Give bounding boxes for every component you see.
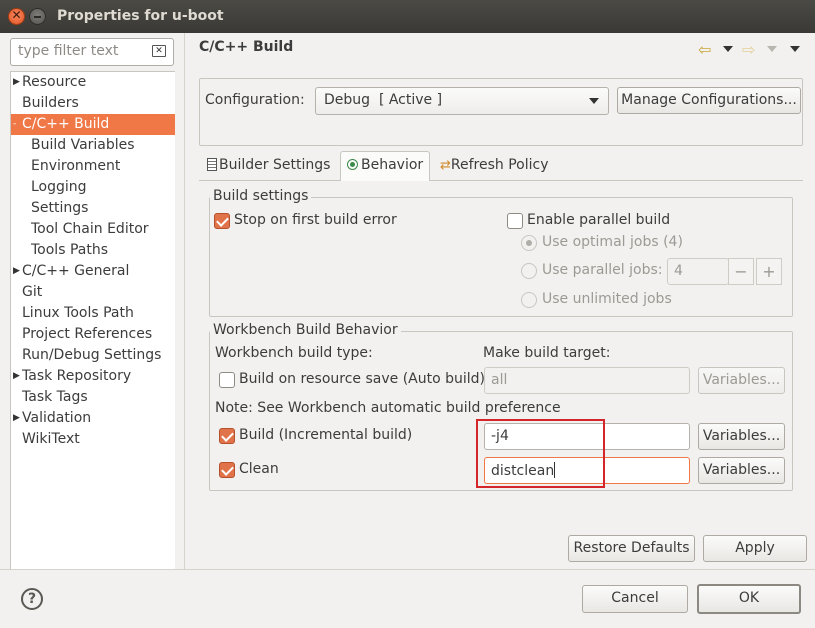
footer-divider: [0, 569, 815, 570]
filter-placeholder: type filter text: [18, 43, 119, 59]
stop-on-error-checkbox[interactable]: [214, 213, 230, 229]
tab-builder-settings[interactable]: Builder Settings: [201, 152, 336, 180]
highlight-box: [476, 419, 605, 488]
tree-item-run-debug-settings[interactable]: Run/Debug Settings: [11, 345, 175, 366]
build-settings-title: Build settings: [210, 188, 312, 204]
configuration-value: Debug [ Active ]: [324, 92, 443, 108]
tab-refresh-policy[interactable]: ⇄Refresh Policy: [434, 152, 555, 180]
jobs-count-field[interactable]: 4: [667, 258, 729, 285]
tree-item-cpp-build[interactable]: - C/C++ Build: [11, 114, 175, 135]
tree-item-environment[interactable]: Environment: [11, 156, 175, 177]
chevron-down-icon: [589, 98, 599, 104]
tree-item-tools-paths[interactable]: Tools Paths: [11, 240, 175, 261]
decrement-button[interactable]: −: [728, 258, 754, 285]
clean-checkbox[interactable]: [219, 462, 235, 478]
radio-icon: [347, 159, 358, 170]
tree-item-cpp-general[interactable]: ▶ C/C++ General: [11, 261, 175, 282]
parallel-jobs-radio[interactable]: [521, 263, 537, 279]
tree-item-project-references[interactable]: Project References: [11, 324, 175, 345]
apply-button[interactable]: Apply: [703, 535, 807, 562]
refresh-icon: ⇄: [440, 158, 451, 173]
parallel-jobs-label: Use parallel jobs:: [542, 262, 663, 278]
increment-button[interactable]: +: [756, 258, 782, 285]
configuration-select[interactable]: Debug [ Active ]: [315, 87, 609, 115]
parallel-build-label: Enable parallel build: [527, 212, 671, 228]
optimal-jobs-radio[interactable]: [521, 235, 537, 251]
auto-build-label: Build on resource save (Auto build): [239, 371, 486, 387]
manage-configurations-button[interactable]: Manage Configurations...: [617, 87, 801, 114]
parallel-build-checkbox[interactable]: [507, 213, 523, 229]
clear-filter-icon[interactable]: ✕: [152, 45, 166, 57]
tree-item-task-tags[interactable]: Task Tags: [11, 387, 175, 408]
clean-label: Clean: [239, 461, 279, 477]
tree-item-validation[interactable]: ▶ Validation: [11, 408, 175, 429]
workbench-behavior-title: Workbench Build Behavior: [210, 322, 401, 338]
minimize-icon[interactable]: [29, 8, 46, 25]
tree-item-task-repository[interactable]: ▶ Task Repository: [11, 366, 175, 387]
incremental-variables-button[interactable]: Variables...: [698, 423, 785, 450]
forward-menu-icon: [767, 46, 777, 52]
auto-build-variables-button[interactable]: Variables...: [698, 367, 785, 394]
window-title: Properties for u-boot: [57, 8, 224, 24]
page-title: C/C++ Build: [199, 39, 294, 55]
cancel-button[interactable]: Cancel: [582, 585, 688, 613]
tree-item-settings[interactable]: Settings: [11, 198, 175, 219]
workbench-note: Note: See Workbench automatic build pref…: [215, 400, 561, 416]
back-menu-icon[interactable]: [723, 46, 733, 52]
property-tree: ▶ Resource Builders - C/C++ Build Build …: [10, 71, 175, 569]
build-target-label: Make build target:: [483, 345, 611, 361]
tree-item-git[interactable]: Git: [11, 282, 175, 303]
tree-item-resource[interactable]: ▶ Resource: [11, 72, 175, 93]
ok-button[interactable]: OK: [697, 584, 801, 614]
forward-arrow-icon: ⇨: [742, 40, 756, 59]
configuration-label: Configuration:: [205, 92, 305, 108]
close-icon[interactable]: ✕: [8, 8, 25, 25]
tab-behavior[interactable]: Behavior: [340, 151, 431, 181]
auto-build-checkbox[interactable]: [219, 372, 235, 388]
tab-strip-line: [199, 180, 803, 181]
tree-item-linux-tools-path[interactable]: Linux Tools Path: [11, 303, 175, 324]
auto-build-target-field[interactable]: all: [484, 367, 690, 394]
tree-item-logging[interactable]: Logging: [11, 177, 175, 198]
document-icon: [207, 158, 217, 171]
filter-input[interactable]: type filter text ✕: [10, 38, 174, 66]
unlimited-jobs-radio[interactable]: [521, 292, 537, 308]
help-icon[interactable]: ?: [21, 588, 43, 610]
tree-item-builders[interactable]: Builders: [11, 93, 175, 114]
restore-defaults-button[interactable]: Restore Defaults: [568, 535, 695, 562]
workbench-type-label: Workbench build type:: [215, 345, 373, 361]
unlimited-jobs-label: Use unlimited jobs: [542, 291, 672, 307]
tree-item-tool-chain-editor[interactable]: Tool Chain Editor: [11, 219, 175, 240]
clean-variables-button[interactable]: Variables...: [698, 457, 785, 484]
stop-on-error-label: Stop on first build error: [234, 212, 397, 228]
title-bar: ✕ Properties for u-boot: [0, 0, 815, 33]
incremental-build-label: Build (Incremental build): [239, 427, 413, 443]
panel-divider[interactable]: [184, 33, 185, 569]
optimal-jobs-label: Use optimal jobs (4): [542, 234, 683, 250]
back-arrow-icon[interactable]: ⇦: [698, 42, 711, 58]
tree-item-wikitext[interactable]: WikiText: [11, 429, 175, 450]
incremental-build-checkbox[interactable]: [219, 428, 235, 444]
view-menu-icon[interactable]: [790, 46, 800, 52]
tree-item-build-variables[interactable]: Build Variables: [11, 135, 175, 156]
